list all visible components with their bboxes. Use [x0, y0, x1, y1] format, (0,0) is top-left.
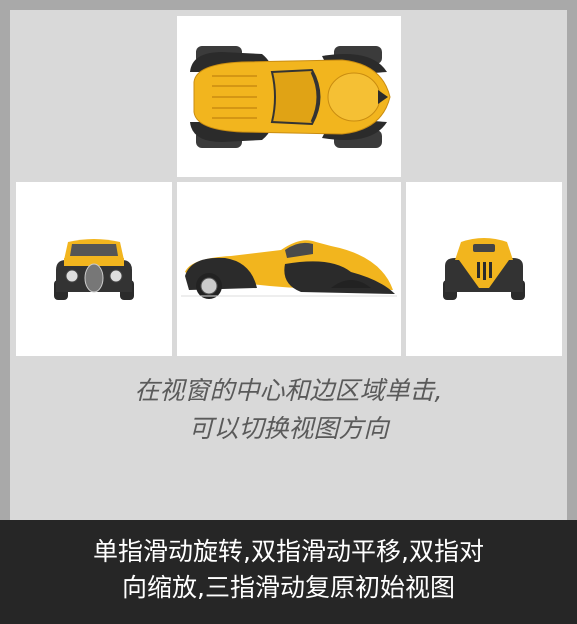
car-top-view-icon	[190, 45, 391, 148]
footer-line-2: 向缩放,三指滑动复原初始视图	[122, 573, 455, 602]
rear-view-panel[interactable]	[406, 182, 562, 356]
view-switch-hint: 在视窗的中心和边区域单击, 可以切换视图方向	[10, 372, 567, 448]
gesture-instructions: 单指滑动旋转,双指滑动平移,双指对 向缩放,三指滑动复原初始视图	[0, 520, 577, 624]
side-view-panel[interactable]	[177, 182, 401, 356]
hint-line-1: 在视窗的中心和边区域单击,	[134, 376, 443, 405]
viewer-canvas[interactable]: 在视窗的中心和边区域单击, 可以切换视图方向	[10, 10, 567, 520]
hint-line-2: 可以切换视图方向	[188, 414, 389, 443]
footer-line-1: 单指滑动旋转,双指滑动平移,双指对	[93, 537, 484, 566]
car-side-view-icon	[181, 240, 397, 299]
car-rear-view-icon	[443, 238, 525, 300]
top-view-panel[interactable]	[177, 16, 401, 177]
front-view-panel[interactable]	[16, 182, 172, 356]
car-front-view-icon	[54, 239, 134, 300]
